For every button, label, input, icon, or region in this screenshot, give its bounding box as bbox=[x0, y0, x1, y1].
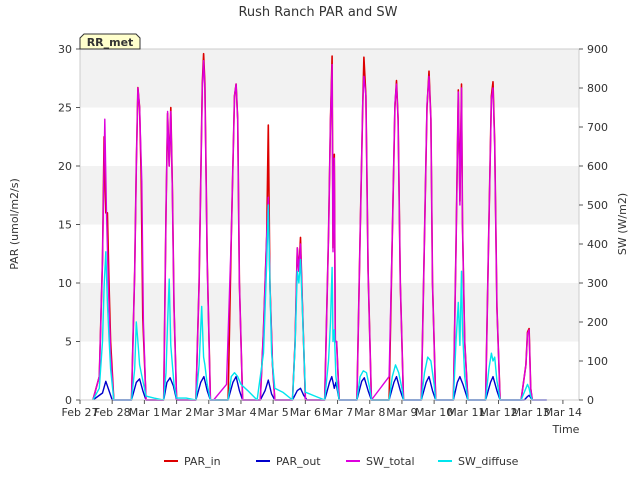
right-tick-label: 300 bbox=[587, 277, 608, 290]
y-axis-label-left: PAR (umol/m2/s) bbox=[8, 178, 21, 270]
left-tick-label: 25 bbox=[58, 102, 72, 115]
legend-item-par-in: PAR_in bbox=[164, 455, 221, 468]
right-tick-label: 500 bbox=[587, 199, 608, 212]
grid-band bbox=[80, 224, 579, 283]
right-tick-label: 400 bbox=[587, 238, 608, 251]
x-tick-label: Mar 8 bbox=[354, 406, 385, 419]
left-tick-label: 5 bbox=[65, 336, 72, 349]
y-axis-label-right: SW (W/m2) bbox=[616, 193, 629, 255]
x-tick-label: Mar 3 bbox=[193, 406, 224, 419]
right-axis: 0 100 200 300 400 500 600 700 800 900 bbox=[579, 43, 608, 407]
x-tick-label: Mar 5 bbox=[258, 406, 289, 419]
x-tick-label: Mar 1 bbox=[129, 406, 160, 419]
legend-item-par-out: PAR_out bbox=[256, 455, 321, 468]
x-tick-label: Mar 6 bbox=[290, 406, 321, 419]
left-axis: 051015202530 bbox=[58, 43, 80, 407]
right-tick-label: 200 bbox=[587, 316, 608, 329]
legend: PAR_in PAR_out SW_total SW_diffuse bbox=[164, 455, 519, 468]
x-tick-label: Mar 7 bbox=[322, 406, 353, 419]
right-tick-label: 600 bbox=[587, 160, 608, 173]
legend-label: SW_diffuse bbox=[458, 455, 519, 468]
x-axis-label: Time bbox=[552, 423, 580, 436]
station-badge: RR_met bbox=[79, 33, 141, 50]
left-tick-label: 20 bbox=[58, 160, 72, 173]
left-tick-label: 30 bbox=[58, 43, 72, 56]
x-tick-label: Mar 4 bbox=[225, 406, 256, 419]
x-tick-label: Mar 14 bbox=[544, 406, 582, 419]
x-tick-label: Mar 9 bbox=[386, 406, 417, 419]
legend-item-sw-total: SW_total bbox=[346, 455, 415, 468]
right-tick-label: 700 bbox=[587, 121, 608, 134]
left-tick-label: 15 bbox=[58, 219, 72, 232]
legend-label: PAR_in bbox=[184, 455, 221, 468]
x-tick-label: Feb 28 bbox=[94, 406, 131, 419]
legend-item-sw-diffuse: SW_diffuse bbox=[438, 455, 519, 468]
right-tick-label: 800 bbox=[587, 82, 608, 95]
right-tick-label: 900 bbox=[587, 43, 608, 56]
grid-band bbox=[80, 49, 579, 108]
chart: 0 5 10 15 20 25 30 0 100 200 300 400 500 600 700 800 90… bbox=[8, 5, 629, 468]
station-badge-label: RR_met bbox=[87, 36, 134, 49]
legend-label: PAR_out bbox=[276, 455, 321, 468]
legend-label: SW_total bbox=[366, 455, 415, 468]
right-tick-label: 0 bbox=[587, 394, 594, 407]
x-tick-label: Mar 2 bbox=[161, 406, 192, 419]
chart-title: Rush Ranch PAR and SW bbox=[238, 5, 397, 20]
right-tick-label: 100 bbox=[587, 355, 608, 368]
left-tick-label: 10 bbox=[58, 277, 72, 290]
x-axis: Feb 27Feb 28Mar 1 Mar 2 Mar 3 Mar 4 Mar 5 Mar… bbox=[62, 400, 582, 419]
